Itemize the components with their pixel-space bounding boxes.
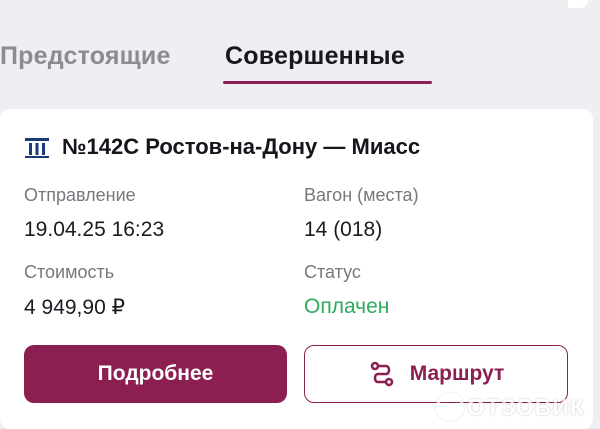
watermark: ОТЗОВИК <box>435 393 585 421</box>
tab-completed[interactable]: Совершенные <box>225 42 405 71</box>
car-value: 14 (018) <box>304 218 383 241</box>
status-value: Оплачен <box>304 295 390 318</box>
status-label: Статус <box>304 262 361 282</box>
ticket-card: №142С Ростов-на-Дону — Миасс Отправление… <box>0 109 593 429</box>
watermark-text: ОТЗОВИК <box>466 393 585 420</box>
active-tab-underline <box>223 81 432 84</box>
departure-value: 19.04.25 16:23 <box>24 218 165 241</box>
tabs-header: Предстоящие Совершенные <box>0 0 600 98</box>
top-card-edge <box>568 0 588 8</box>
train-icon <box>25 138 49 158</box>
tab-upcoming[interactable]: Предстоящие <box>0 42 171 71</box>
ticket-title: №142С Ростов-на-Дону — Миасс <box>62 134 421 159</box>
details-button[interactable]: Подробнее <box>24 345 287 403</box>
departure-label: Отправление <box>24 185 136 205</box>
route-button-label: Маршрут <box>409 362 505 385</box>
route-icon <box>370 361 394 387</box>
watermark-logo-icon <box>435 393 464 421</box>
cost-label: Стоимость <box>24 262 115 282</box>
car-label: Вагон (места) <box>304 185 419 205</box>
cost-value: 4 949,90 ₽ <box>24 296 125 319</box>
